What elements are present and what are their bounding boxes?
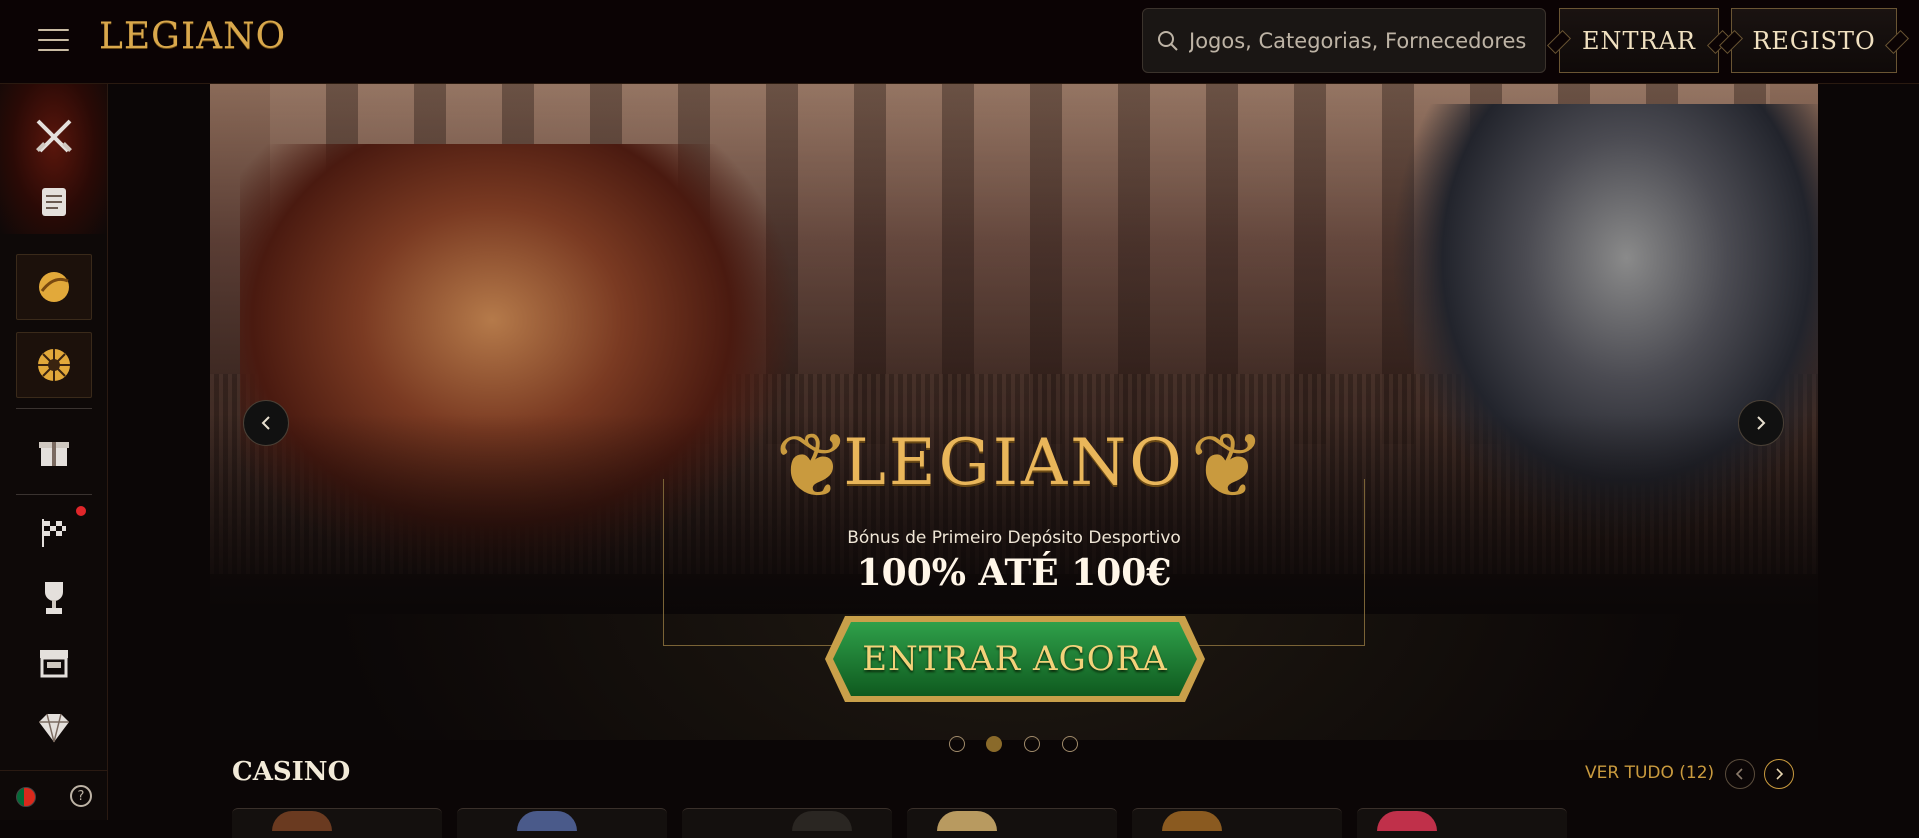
trophy-icon bbox=[45, 582, 63, 614]
sidebar-item-promos[interactable] bbox=[16, 169, 92, 235]
shop-icon bbox=[40, 650, 68, 678]
hero-banner[interactable]: ❦ ❦ LEGIANO Bónus de Primeiro Depósito D… bbox=[210, 84, 1818, 740]
sidebar-footer: ? bbox=[0, 770, 107, 820]
game-tile[interactable] bbox=[907, 808, 1117, 838]
banner-next-button[interactable] bbox=[1738, 400, 1784, 446]
casino-next-button[interactable] bbox=[1764, 759, 1794, 789]
see-all-link[interactable]: VER TUDO (12) bbox=[1585, 763, 1714, 783]
gift-icon bbox=[39, 442, 69, 466]
sidebar-item-wheel[interactable] bbox=[16, 332, 92, 398]
site-logo[interactable]: LEGIANO bbox=[99, 16, 286, 57]
sidebar-item-tournaments[interactable] bbox=[16, 500, 92, 566]
game-tile[interactable] bbox=[1132, 808, 1342, 838]
sidebar-item-sports[interactable] bbox=[16, 104, 92, 170]
sidebar-item-live[interactable] bbox=[16, 254, 92, 320]
game-tile[interactable] bbox=[232, 808, 442, 838]
scroll-icon bbox=[42, 188, 66, 216]
game-tile[interactable] bbox=[682, 808, 892, 838]
chevron-right-icon bbox=[1776, 768, 1784, 780]
search-icon bbox=[1158, 30, 1178, 51]
carousel-dot-active[interactable] bbox=[986, 736, 1002, 752]
menu-icon[interactable] bbox=[38, 29, 69, 53]
enter-now-label: ENTRAR AGORA bbox=[862, 639, 1168, 679]
swords-icon bbox=[36, 119, 72, 153]
notification-dot bbox=[76, 506, 86, 516]
carousel-dot[interactable] bbox=[949, 736, 965, 752]
banner-subtitle: Bónus de Primeiro Depósito Desportivo bbox=[847, 528, 1181, 548]
sidebar-item-trophy[interactable] bbox=[16, 565, 92, 631]
carousel-dot[interactable] bbox=[1024, 736, 1040, 752]
carousel-dot[interactable] bbox=[1062, 736, 1078, 752]
sidebar-item-shop[interactable] bbox=[16, 630, 92, 696]
help-icon[interactable]: ? bbox=[70, 785, 92, 807]
banner-prev-button[interactable] bbox=[243, 400, 289, 446]
register-button[interactable]: REGISTO bbox=[1731, 8, 1897, 73]
login-button[interactable]: ENTRAR bbox=[1559, 8, 1719, 73]
chevron-right-icon bbox=[1757, 416, 1766, 430]
chevron-left-icon bbox=[261, 416, 270, 430]
sidebar-divider bbox=[16, 494, 92, 495]
sports-ball-icon bbox=[39, 272, 69, 302]
banner-logo: LEGIANO bbox=[843, 426, 1185, 500]
chevron-left-icon bbox=[1735, 768, 1743, 780]
carousel-dots bbox=[0, 736, 1919, 756]
search-input[interactable] bbox=[1189, 28, 1529, 53]
sidebar-item-bonuses[interactable] bbox=[16, 418, 92, 484]
wheel-icon bbox=[38, 349, 70, 381]
sidebar-divider bbox=[16, 408, 92, 409]
search-box[interactable] bbox=[1142, 8, 1546, 73]
racing-flag-icon bbox=[42, 519, 66, 547]
sidebar: ? bbox=[0, 84, 108, 820]
banner-offer: 100% ATÉ 100€ bbox=[856, 552, 1172, 594]
game-tile[interactable] bbox=[457, 808, 667, 838]
portugal-flag-icon[interactable] bbox=[16, 787, 36, 807]
top-header: LEGIANO ENTRAR REGISTO bbox=[0, 0, 1919, 84]
enter-now-button[interactable]: ENTRAR AGORA bbox=[821, 612, 1209, 706]
game-tile[interactable] bbox=[1357, 808, 1567, 838]
casino-section-title: CASINO bbox=[232, 757, 351, 787]
casino-prev-button[interactable] bbox=[1725, 759, 1755, 789]
